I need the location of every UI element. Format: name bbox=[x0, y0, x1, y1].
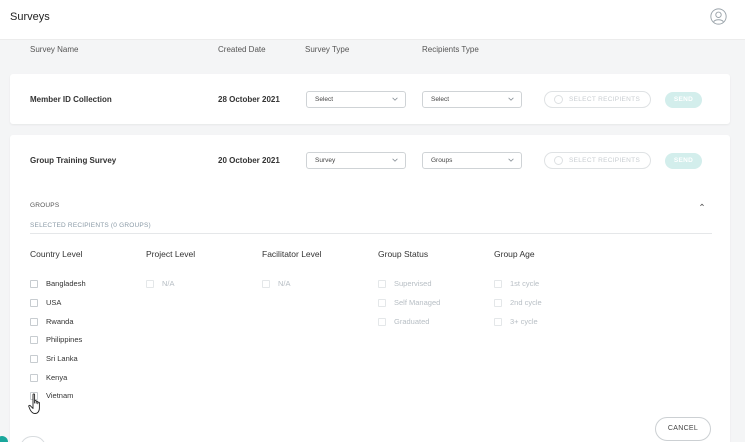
column-header-survey-type: Survey Type bbox=[305, 45, 350, 54]
created-date: 20 October 2021 bbox=[218, 156, 280, 165]
filter-heading-group-age: Group Age bbox=[494, 249, 535, 259]
page-title: Surveys bbox=[10, 11, 50, 23]
checkbox bbox=[494, 318, 502, 326]
column-header-created-date: Created Date bbox=[218, 45, 266, 54]
option-label: 2nd cycle bbox=[510, 298, 542, 307]
recipients-icon bbox=[554, 95, 563, 104]
filter-heading-project: Project Level bbox=[146, 249, 196, 259]
option-label: 3+ cycle bbox=[510, 317, 538, 326]
option-label: Kenya bbox=[46, 373, 68, 382]
option-label: Sri Lanka bbox=[46, 354, 78, 363]
checkbox[interactable] bbox=[30, 336, 38, 344]
button-label: SELECT RECIPIENTS bbox=[569, 96, 641, 103]
option-label: 1st cycle bbox=[510, 279, 540, 288]
option-label: Philippines bbox=[46, 335, 83, 344]
select-value: Select bbox=[315, 96, 334, 103]
filter-heading-facilitator: Facilitator Level bbox=[262, 249, 322, 259]
select-recipients-button[interactable]: SELECT RECIPIENTS bbox=[544, 91, 651, 108]
survey-type-select[interactable]: Select bbox=[306, 91, 406, 108]
select-value: Select bbox=[431, 96, 450, 103]
survey-row: Member ID Collection 28 October 2021 Sel… bbox=[10, 74, 730, 124]
option-label: Self Managed bbox=[394, 298, 441, 307]
chevron-down-icon bbox=[508, 158, 514, 162]
groups-section-title: GROUPS bbox=[30, 202, 60, 209]
divider bbox=[30, 233, 712, 234]
checkbox bbox=[146, 280, 154, 288]
checkbox bbox=[494, 280, 502, 288]
hand-cursor-icon bbox=[28, 393, 40, 414]
select-value: Groups bbox=[431, 157, 453, 164]
checkbox[interactable] bbox=[30, 374, 38, 382]
survey-name: Group Training Survey bbox=[30, 156, 117, 165]
select-recipients-button[interactable]: SELECT RECIPIENTS bbox=[544, 152, 651, 169]
column-header-survey-name: Survey Name bbox=[30, 45, 79, 54]
option-label: N/A bbox=[162, 279, 175, 288]
survey-type-select[interactable]: Survey bbox=[306, 152, 406, 169]
created-date: 28 October 2021 bbox=[218, 95, 280, 104]
option-label: Supervised bbox=[394, 279, 432, 288]
top-bar: Surveys bbox=[0, 0, 745, 40]
checkbox[interactable] bbox=[30, 299, 38, 307]
select-value: Survey bbox=[315, 157, 336, 164]
checkbox[interactable] bbox=[30, 355, 38, 363]
option-label: Vietnam bbox=[46, 391, 74, 400]
recipients-type-select[interactable]: Select bbox=[422, 91, 522, 108]
filter-heading-country: Country Level bbox=[30, 249, 83, 259]
survey-row-expanded: Group Training Survey 20 October 2021 Su… bbox=[10, 135, 730, 442]
chevron-up-icon[interactable] bbox=[698, 201, 706, 209]
checkbox[interactable] bbox=[30, 318, 38, 326]
chevron-down-icon bbox=[508, 97, 514, 101]
option-label: N/A bbox=[278, 279, 291, 288]
checkbox bbox=[378, 318, 386, 326]
option-label: USA bbox=[46, 298, 62, 307]
option-label: Graduated bbox=[394, 317, 430, 326]
chevron-down-icon bbox=[392, 158, 398, 162]
recipients-type-select[interactable]: Groups bbox=[422, 152, 522, 169]
chevron-down-icon bbox=[392, 97, 398, 101]
checkbox bbox=[378, 299, 386, 307]
survey-name: Member ID Collection bbox=[30, 95, 112, 104]
checkbox bbox=[262, 280, 270, 288]
checkbox bbox=[494, 299, 502, 307]
send-button[interactable]: SEND bbox=[665, 153, 702, 169]
send-button[interactable]: SEND bbox=[665, 92, 702, 108]
cancel-button[interactable]: CANCEL bbox=[655, 417, 711, 441]
option-label: Bangladesh bbox=[46, 279, 86, 288]
option-label: Rwanda bbox=[46, 317, 74, 326]
button-label: SELECT RECIPIENTS bbox=[569, 157, 641, 164]
selected-recipients-count: SELECTED RECIPIENTS (0 GROUPS) bbox=[30, 222, 151, 229]
recipients-icon bbox=[554, 156, 563, 165]
help-fab[interactable] bbox=[0, 436, 8, 442]
user-circle-icon[interactable] bbox=[710, 8, 727, 25]
filter-heading-group-status: Group Status bbox=[378, 249, 429, 259]
checkbox[interactable] bbox=[30, 280, 38, 288]
column-header-recipients-type: Recipients Type bbox=[422, 45, 479, 54]
checkbox bbox=[378, 280, 386, 288]
